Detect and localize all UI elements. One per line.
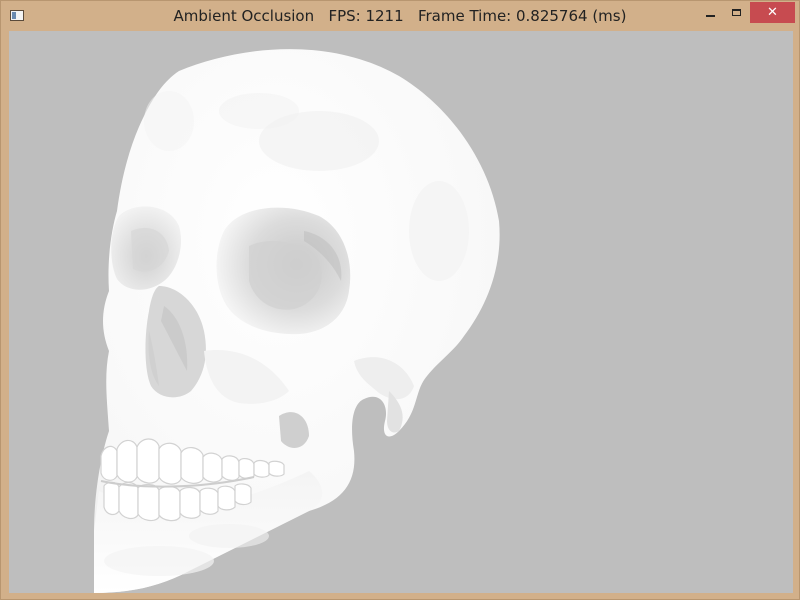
- maximize-icon: [731, 9, 741, 16]
- app-window: Ambient Occlusion FPS: 1211 Frame Time: …: [0, 0, 800, 600]
- close-icon: ✕: [767, 5, 778, 20]
- title-frame-time: Frame Time: 0.825764 (ms): [417, 7, 627, 25]
- render-viewport[interactable]: [9, 31, 793, 593]
- skull-model: [94, 49, 500, 593]
- title-app-name: Ambient Occlusion: [173, 7, 315, 25]
- minimize-icon: [705, 14, 715, 17]
- close-button[interactable]: ✕: [750, 2, 795, 23]
- minimize-button[interactable]: [697, 2, 723, 23]
- maximize-button[interactable]: [723, 2, 749, 23]
- title-bar[interactable]: Ambient Occlusion FPS: 1211 Frame Time: …: [1, 1, 799, 31]
- title-fps: FPS: 1211: [328, 7, 404, 25]
- window-title: Ambient Occlusion FPS: 1211 Frame Time: …: [1, 1, 799, 31]
